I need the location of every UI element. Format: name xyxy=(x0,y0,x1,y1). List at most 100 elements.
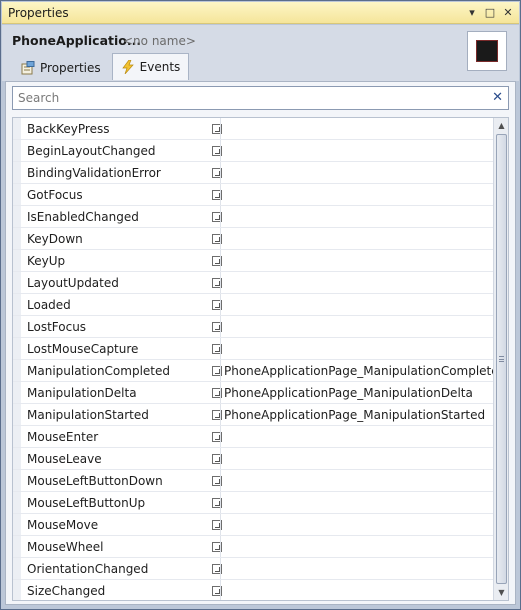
event-name: KeyDown xyxy=(27,231,83,246)
event-row[interactable]: MouseEnter xyxy=(13,426,493,448)
event-handler-field[interactable] xyxy=(224,426,493,447)
row-gutter xyxy=(13,338,21,359)
row-gutter xyxy=(13,404,21,425)
lightning-icon xyxy=(121,59,135,75)
events-grid: BackKeyPress BeginLayoutChanged BindingVal… xyxy=(12,117,509,601)
event-row[interactable]: GotFocus xyxy=(13,184,493,206)
event-handler-field[interactable]: PhoneApplicationPage_ManipulationComplet… xyxy=(224,360,493,381)
row-gutter xyxy=(13,206,21,227)
search-input[interactable] xyxy=(13,87,508,109)
row-gutter xyxy=(13,316,21,337)
event-handler-field[interactable] xyxy=(224,250,493,271)
column-divider xyxy=(220,184,221,205)
event-handler-field[interactable] xyxy=(224,140,493,161)
column-divider xyxy=(220,250,221,271)
event-row[interactable]: IsEnabledChanged xyxy=(13,206,493,228)
event-row[interactable]: LostFocus xyxy=(13,316,493,338)
event-handler-field[interactable] xyxy=(224,338,493,359)
column-divider xyxy=(220,558,221,579)
event-handler-field[interactable] xyxy=(224,448,493,469)
event-name: BackKeyPress xyxy=(27,121,110,136)
column-divider xyxy=(220,404,221,425)
event-handler-field[interactable] xyxy=(224,536,493,557)
title-bar[interactable]: Properties ▾ □ ✕ xyxy=(2,2,519,24)
tab-properties[interactable]: Properties xyxy=(12,55,110,80)
row-gutter xyxy=(13,184,21,205)
event-row[interactable]: LostMouseCapture xyxy=(13,338,493,360)
event-handler-field[interactable] xyxy=(224,162,493,183)
event-name: KeyUp xyxy=(27,253,66,268)
row-gutter xyxy=(13,250,21,271)
event-handler-field[interactable] xyxy=(224,184,493,205)
column-divider xyxy=(220,536,221,557)
event-row[interactable]: KeyDown xyxy=(13,228,493,250)
event-handler-field[interactable] xyxy=(224,558,493,579)
pin-dropdown-icon[interactable]: ▾ xyxy=(465,5,479,19)
event-name: MouseWheel xyxy=(27,539,104,554)
event-row[interactable]: ManipulationCompleted PhoneApplicationPag… xyxy=(13,360,493,382)
scroll-thumb[interactable] xyxy=(496,134,507,584)
event-row[interactable]: MouseLeftButtonDown xyxy=(13,470,493,492)
event-row[interactable]: SizeChanged xyxy=(13,580,493,600)
event-handler-field[interactable] xyxy=(224,470,493,491)
row-gutter xyxy=(13,382,21,403)
event-name: ManipulationDelta xyxy=(27,385,137,400)
event-rows: BackKeyPress BeginLayoutChanged BindingVal… xyxy=(13,118,493,600)
event-row[interactable]: ManipulationStarted PhoneApplicationPage_… xyxy=(13,404,493,426)
vertical-scrollbar[interactable]: ▲ ▼ xyxy=(493,118,508,600)
event-handler-field[interactable] xyxy=(224,272,493,293)
event-handler-field[interactable] xyxy=(224,492,493,513)
event-row[interactable]: KeyUp xyxy=(13,250,493,272)
object-header: PhoneApplicatio... <no name> Properties xyxy=(2,25,519,81)
column-divider xyxy=(220,514,221,535)
row-gutter xyxy=(13,118,21,139)
event-row[interactable]: OrientationChanged xyxy=(13,558,493,580)
row-gutter xyxy=(13,272,21,293)
event-handler-field[interactable] xyxy=(224,206,493,227)
event-name: BeginLayoutChanged xyxy=(27,143,156,158)
event-handler-field[interactable] xyxy=(224,580,493,600)
event-row[interactable]: MouseLeave xyxy=(13,448,493,470)
event-handler-field[interactable] xyxy=(224,514,493,535)
event-row[interactable]: BackKeyPress xyxy=(13,118,493,140)
tab-events-label: Events xyxy=(139,60,181,74)
event-row[interactable]: ManipulationDelta PhoneApplicationPage_Ma… xyxy=(13,382,493,404)
event-row[interactable]: MouseMove xyxy=(13,514,493,536)
column-divider xyxy=(220,228,221,249)
event-handler-field[interactable] xyxy=(224,316,493,337)
event-row[interactable]: MouseWheel xyxy=(13,536,493,558)
event-row[interactable]: BeginLayoutChanged xyxy=(13,140,493,162)
row-gutter xyxy=(13,558,21,579)
event-name: MouseLeftButtonUp xyxy=(27,495,146,510)
maximize-icon[interactable]: □ xyxy=(483,5,497,19)
event-row[interactable]: BindingValidationError xyxy=(13,162,493,184)
column-divider xyxy=(220,294,221,315)
row-gutter xyxy=(13,228,21,249)
scroll-down-icon[interactable]: ▼ xyxy=(494,585,508,600)
event-handler-field[interactable]: PhoneApplicationPage_ManipulationStarted xyxy=(224,404,493,425)
column-divider xyxy=(220,316,221,337)
search-box: ✕ xyxy=(12,86,509,110)
row-gutter xyxy=(13,492,21,513)
tab-strip: Properties Events xyxy=(12,53,190,80)
column-divider xyxy=(220,272,221,293)
event-row[interactable]: LayoutUpdated xyxy=(13,272,493,294)
event-handler-field[interactable] xyxy=(224,294,493,315)
tab-events[interactable]: Events xyxy=(111,53,190,80)
event-row[interactable]: Loaded xyxy=(13,294,493,316)
event-row[interactable]: MouseLeftButtonUp xyxy=(13,492,493,514)
row-gutter xyxy=(13,514,21,535)
window-controls: ▾ □ ✕ xyxy=(465,5,515,19)
event-name: OrientationChanged xyxy=(27,561,149,576)
column-divider xyxy=(220,118,221,139)
scroll-up-icon[interactable]: ▲ xyxy=(494,118,508,133)
clear-search-icon[interactable]: ✕ xyxy=(492,90,503,105)
column-divider xyxy=(220,426,221,447)
event-handler-field[interactable] xyxy=(224,118,493,139)
close-icon[interactable]: ✕ xyxy=(501,5,515,19)
events-panel: ✕ BackKeyPress BeginLayoutChanged BindingV… xyxy=(5,81,516,605)
event-handler-field[interactable] xyxy=(224,228,493,249)
row-gutter xyxy=(13,536,21,557)
event-handler-field[interactable]: PhoneApplicationPage_ManipulationDelta xyxy=(224,382,493,403)
row-gutter xyxy=(13,140,21,161)
